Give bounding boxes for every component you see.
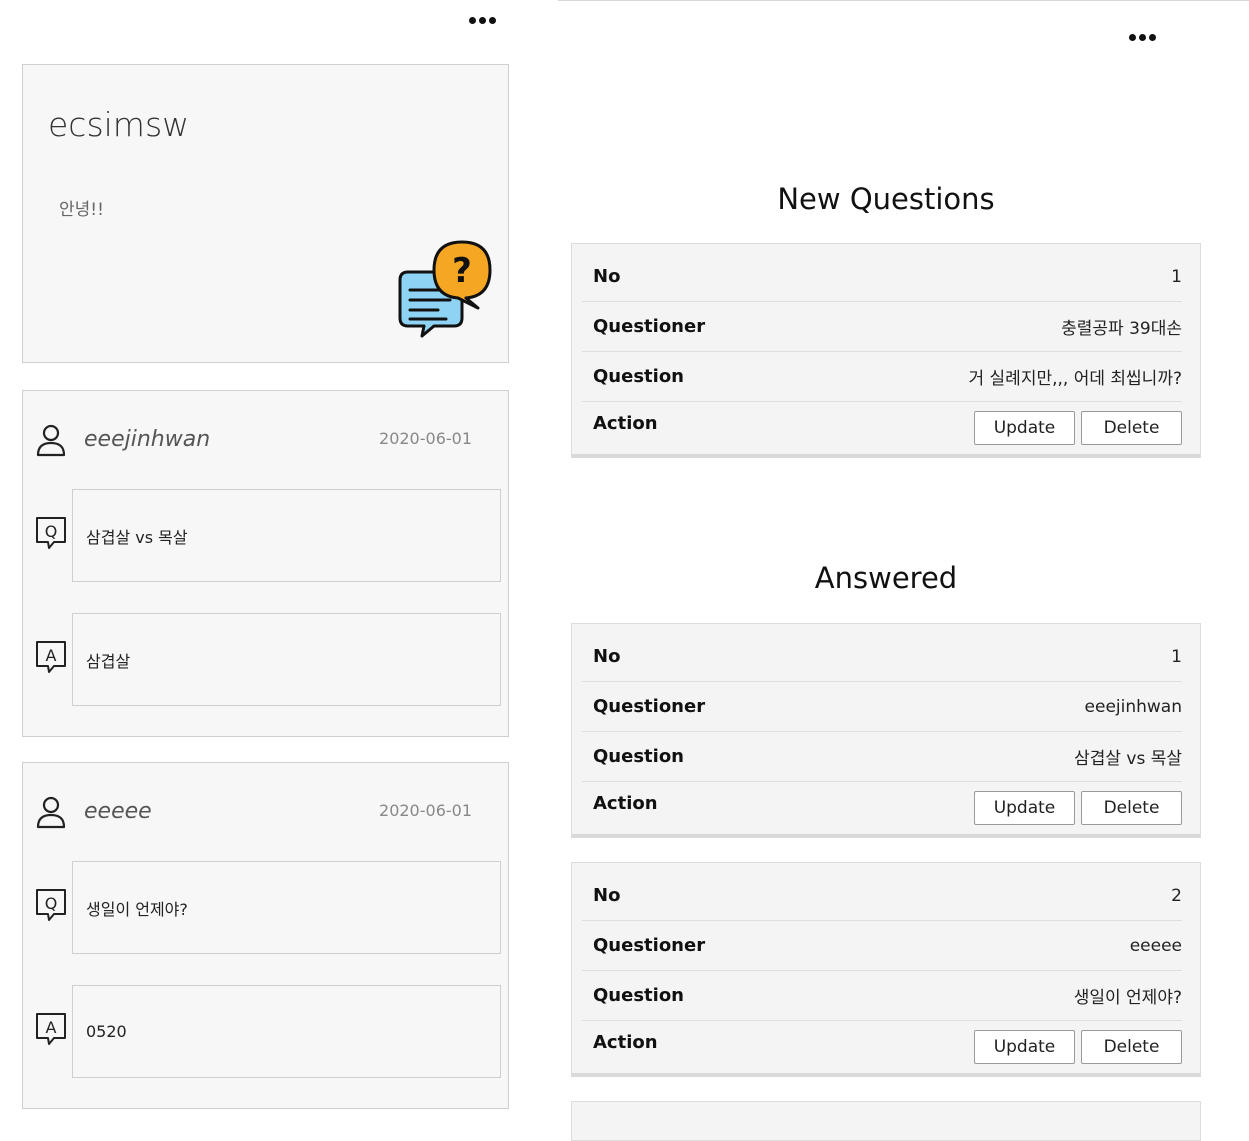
profile-card: ecsimsw 안녕!! ? bbox=[22, 64, 509, 363]
more-dot bbox=[1149, 34, 1156, 41]
profile-bio: 안녕!! bbox=[59, 200, 104, 220]
action-buttons: Update Delete bbox=[974, 1030, 1182, 1064]
more-dot bbox=[1129, 34, 1136, 41]
questioner-label: Questioner bbox=[593, 696, 706, 717]
question-value: 삼겹살 vs 목살 bbox=[1074, 749, 1182, 769]
update-button[interactable]: Update bbox=[974, 791, 1075, 825]
action-label: Action bbox=[593, 413, 658, 434]
questioner-value: 충렬공파 39대손 bbox=[1061, 319, 1182, 339]
row-question: Question 거 실례지만,,, 어데 최씹니까? bbox=[582, 352, 1182, 402]
action-label: Action bbox=[593, 1032, 658, 1053]
answered-card-partial bbox=[571, 1101, 1201, 1141]
top-divider bbox=[558, 0, 1249, 1]
row-action: Action Update Delete bbox=[582, 1021, 1182, 1073]
no-label: No bbox=[593, 266, 621, 287]
new-questions-title: New Questions bbox=[777, 182, 995, 216]
row-questioner: Questioner 충렬공파 39대손 bbox=[582, 302, 1182, 352]
no-label: No bbox=[593, 885, 621, 906]
question-badge-icon: Q bbox=[36, 517, 66, 549]
chat-question-icon: ? bbox=[398, 240, 492, 338]
update-button[interactable]: Update bbox=[974, 411, 1075, 445]
more-dot bbox=[479, 17, 486, 24]
qa-date: 2020-06-01 bbox=[379, 801, 472, 820]
qa-username: eeeee bbox=[84, 799, 152, 824]
questioner-label: Questioner bbox=[593, 316, 706, 337]
user-icon bbox=[36, 424, 66, 457]
svg-text:A: A bbox=[46, 1018, 57, 1037]
answer-badge-icon: A bbox=[36, 641, 66, 673]
svg-text:Q: Q bbox=[45, 522, 58, 541]
questioner-value: eeejinhwan bbox=[1084, 696, 1182, 717]
qa-card: eeeee 2020-06-01 Q 생일이 언제야? A 0520 bbox=[22, 762, 509, 1109]
question-value: 생일이 언제야? bbox=[1073, 988, 1182, 1008]
more-dot bbox=[1139, 34, 1146, 41]
no-value: 1 bbox=[1171, 646, 1182, 667]
row-no: No 1 bbox=[582, 252, 1182, 302]
qa-date: 2020-06-01 bbox=[379, 429, 472, 448]
no-value: 2 bbox=[1171, 885, 1182, 906]
svg-text:Q: Q bbox=[45, 894, 58, 913]
answered-title: Answered bbox=[814, 561, 958, 595]
answered-card: No 2 Questioner eeeee Question 생일이 언제야? … bbox=[571, 862, 1201, 1077]
answered-card: No 1 Questioner eeejinhwan Question 삼겹살 … bbox=[571, 623, 1201, 838]
no-label: No bbox=[593, 646, 621, 667]
row-no: No 2 bbox=[582, 871, 1182, 921]
svg-text:?: ? bbox=[452, 251, 472, 291]
profile-username: ecsimsw bbox=[48, 105, 190, 144]
delete-button[interactable]: Delete bbox=[1081, 791, 1182, 825]
qa-username: eeejinhwan bbox=[84, 427, 211, 452]
answer-box: 0520 bbox=[72, 985, 501, 1078]
question-label: Question bbox=[593, 746, 684, 767]
question-label: Question bbox=[593, 366, 684, 387]
svg-text:A: A bbox=[46, 646, 57, 665]
questioner-value: eeeee bbox=[1129, 935, 1182, 956]
question-card: No 1 Questioner 충렬공파 39대손 Question 거 실례지… bbox=[571, 243, 1201, 458]
row-questioner: Questioner eeeee bbox=[582, 921, 1182, 971]
action-label: Action bbox=[593, 793, 658, 814]
dashboard-more-button[interactable] bbox=[1129, 34, 1156, 41]
row-action: Action Update Delete bbox=[582, 402, 1182, 454]
action-buttons: Update Delete bbox=[974, 411, 1182, 445]
answer-box: 삼겹살 bbox=[72, 613, 501, 706]
more-dot bbox=[489, 17, 496, 24]
row-action: Action Update Delete bbox=[582, 782, 1182, 834]
delete-button[interactable]: Delete bbox=[1081, 1030, 1182, 1064]
answer-badge-icon: A bbox=[36, 1013, 66, 1045]
user-icon bbox=[36, 796, 66, 829]
question-box: 삼겹살 vs 목살 bbox=[72, 489, 501, 582]
profile-more-button[interactable] bbox=[469, 17, 496, 24]
row-question: Question 생일이 언제야? bbox=[582, 971, 1182, 1021]
delete-button[interactable]: Delete bbox=[1081, 411, 1182, 445]
more-dot bbox=[469, 17, 476, 24]
question-box: 생일이 언제야? bbox=[72, 861, 501, 954]
row-questioner: Questioner eeejinhwan bbox=[582, 682, 1182, 732]
question-badge-icon: Q bbox=[36, 889, 66, 921]
question-value: 거 실례지만,,, 어데 최씹니까? bbox=[968, 369, 1183, 389]
question-label: Question bbox=[593, 985, 684, 1006]
qa-card: eeejinhwan 2020-06-01 Q 삼겹살 vs 목살 A 삼겹살 bbox=[22, 390, 509, 737]
row-no: No 1 bbox=[582, 632, 1182, 682]
questioner-label: Questioner bbox=[593, 935, 706, 956]
row-question: Question 삼겹살 vs 목살 bbox=[582, 732, 1182, 782]
action-buttons: Update Delete bbox=[974, 791, 1182, 825]
update-button[interactable]: Update bbox=[974, 1030, 1075, 1064]
no-value: 1 bbox=[1171, 266, 1182, 287]
